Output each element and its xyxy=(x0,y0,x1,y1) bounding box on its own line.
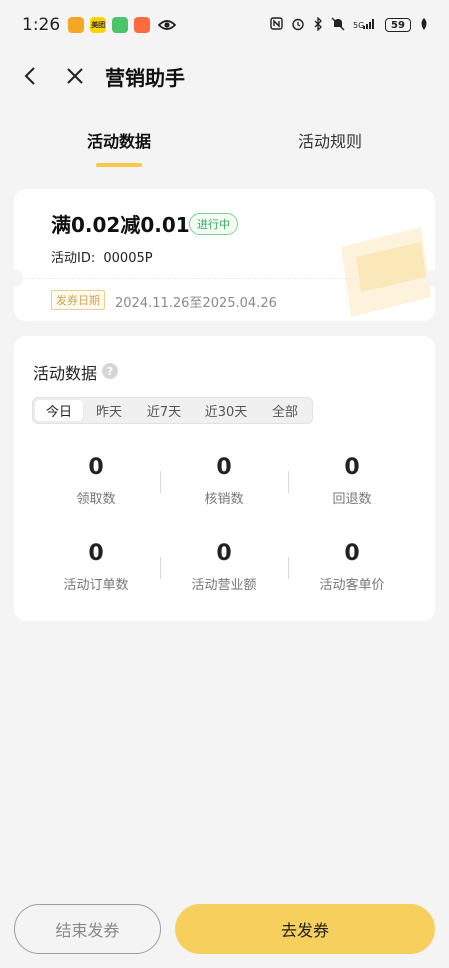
status-right: 5G 59 xyxy=(270,15,429,34)
metric-value: 0 xyxy=(216,541,232,566)
date-range: 2024.11.26至2025.04.26 xyxy=(115,296,277,311)
close-button[interactable] xyxy=(63,62,87,90)
metric-value: 0 xyxy=(344,541,360,566)
metric-value: 0 xyxy=(216,455,232,480)
tab-activity-rules[interactable]: 活动规则 xyxy=(270,128,390,152)
date-tag: 发券日期 xyxy=(51,290,105,310)
tab-activity-data[interactable]: 活动数据 xyxy=(59,128,179,152)
eye-icon xyxy=(157,16,177,35)
alarm-icon xyxy=(291,17,305,34)
battery-indicator: 59 xyxy=(385,18,411,32)
coupon-id-value: 00005P xyxy=(103,251,153,266)
back-button[interactable] xyxy=(18,62,42,90)
metric-value: 0 xyxy=(88,541,104,566)
status-badge: 进行中 xyxy=(189,213,238,235)
metric-claimed: 0 领取数 xyxy=(32,455,160,507)
metric-label: 回退数 xyxy=(332,492,372,507)
shield-app-icon xyxy=(112,17,129,33)
status-time: 1:26 xyxy=(22,15,61,35)
nfc-icon xyxy=(270,17,283,33)
metric-label: 活动营业额 xyxy=(191,578,257,593)
status-bar: 1:26 美团 5G 59 xyxy=(0,0,449,50)
metric-revenue: 0 活动营业额 xyxy=(160,541,288,593)
signal-text: 5G xyxy=(353,21,364,30)
zoo-app-icon xyxy=(68,17,85,33)
chevron-left-icon xyxy=(24,67,35,85)
coupon-divider xyxy=(22,278,427,279)
coupon-id: 活动ID: 00005P xyxy=(51,247,153,266)
page-title: 营销助手 xyxy=(105,66,185,90)
metric-value: 0 xyxy=(344,455,360,480)
meituan-app-icon: 美团 xyxy=(90,17,107,33)
mute-icon xyxy=(331,17,345,34)
coupon-card: 满0.02减0.01 进行中 活动ID: 00005P 发券日期 2024.11… xyxy=(14,189,435,321)
range-today[interactable]: 今日 xyxy=(35,400,83,421)
range-yesterday[interactable]: 昨天 xyxy=(83,400,135,421)
metric-orders: 0 活动订单数 xyxy=(32,541,160,593)
coupon-id-label: 活动ID: xyxy=(51,251,96,266)
metric-label: 活动客单价 xyxy=(319,578,385,593)
metric-label: 领取数 xyxy=(76,492,116,507)
nav-bar: 营销助手 xyxy=(0,50,449,102)
bluetooth-icon xyxy=(313,15,323,34)
metric-redeemed: 0 核销数 xyxy=(160,455,288,507)
range-7-days[interactable]: 近7天 xyxy=(135,400,193,421)
range-30-days[interactable]: 近30天 xyxy=(193,400,259,421)
metric-value: 0 xyxy=(88,455,104,480)
end-issuing-button[interactable]: 结束发券 xyxy=(14,904,161,954)
coupon-decoration-icon xyxy=(341,227,431,317)
coupon-title: 满0.02减0.01 xyxy=(51,213,190,237)
coupon-notch-left xyxy=(14,269,23,287)
game-app-icon xyxy=(134,17,151,33)
meituan-app-icon-text: 美团 xyxy=(91,21,106,29)
data-card: 活动数据 ? 今日 昨天 近7天 近30天 全部 0 领取数 0 核销数 0 回… xyxy=(14,336,435,621)
issue-coupon-button[interactable]: 去发券 xyxy=(175,904,435,954)
signal-icon: 5G xyxy=(353,18,377,33)
metric-label: 核销数 xyxy=(204,492,244,507)
metric-label: 活动订单数 xyxy=(63,578,129,593)
close-icon xyxy=(67,68,83,84)
metric-avg-order-value: 0 活动客单价 xyxy=(288,541,416,593)
tab-active-indicator xyxy=(96,163,142,167)
help-icon[interactable]: ? xyxy=(102,363,118,379)
range-all[interactable]: 全部 xyxy=(259,400,311,421)
date-range-selector: 今日 昨天 近7天 近30天 全部 xyxy=(32,397,313,424)
leaf-icon xyxy=(419,17,429,34)
tab-bar: 活动数据 活动规则 xyxy=(0,118,449,170)
metric-returned: 0 回退数 xyxy=(288,455,416,507)
data-section-title: 活动数据 xyxy=(33,364,98,383)
